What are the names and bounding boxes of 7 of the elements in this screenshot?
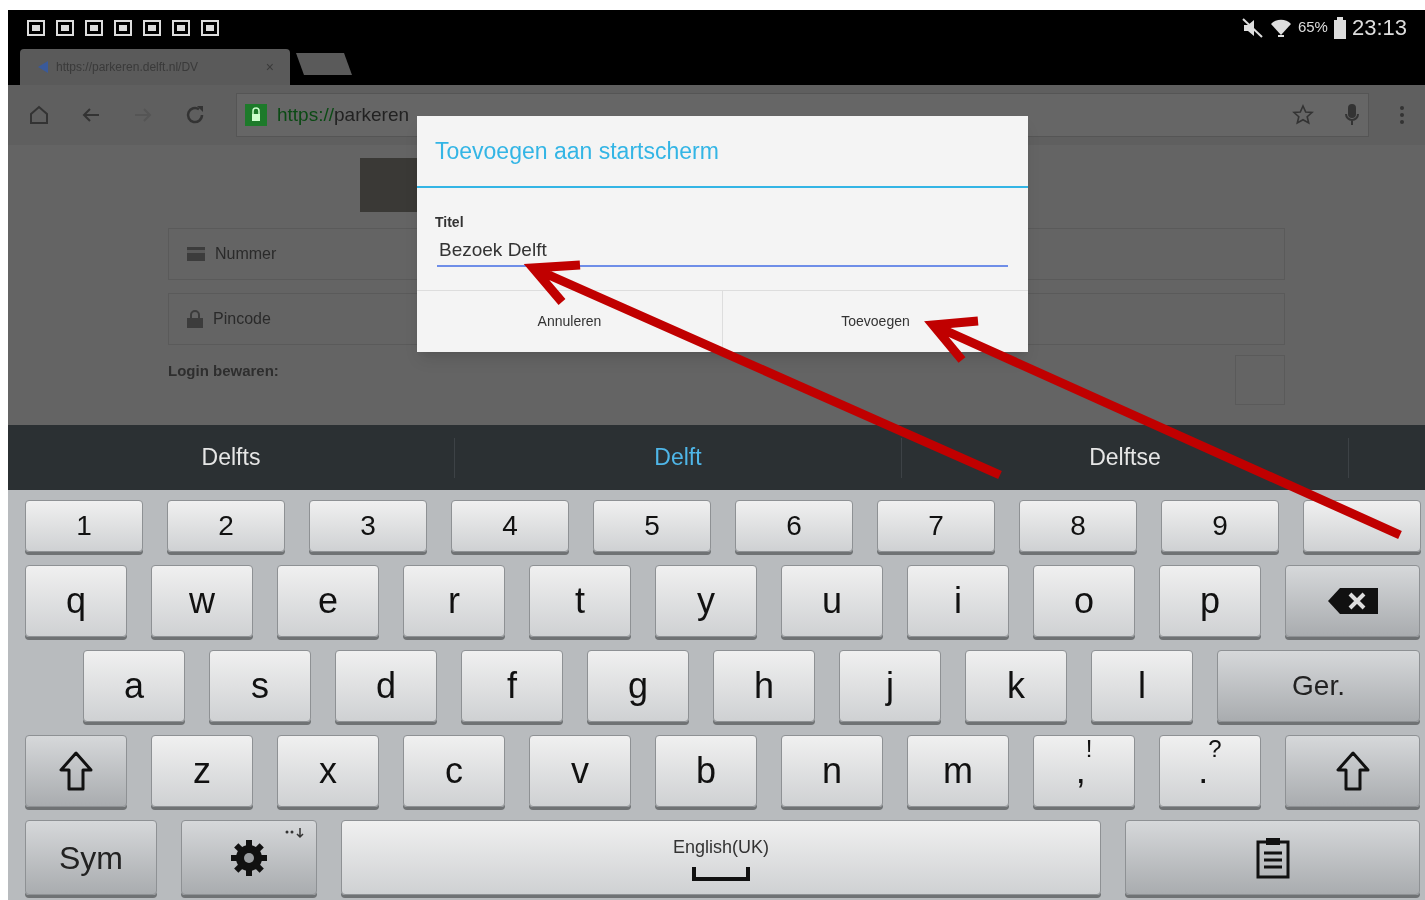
dialog-title: Toevoegen aan startscherm	[417, 116, 1028, 188]
field-placeholder: Pincode	[213, 309, 271, 329]
battery-percent: 65%	[1297, 17, 1328, 38]
field-label: Titel	[435, 213, 465, 232]
url-text: https://parkeren	[277, 102, 410, 127]
clock: 23:13	[1351, 14, 1407, 42]
field-placeholder: Nummer	[215, 244, 277, 264]
